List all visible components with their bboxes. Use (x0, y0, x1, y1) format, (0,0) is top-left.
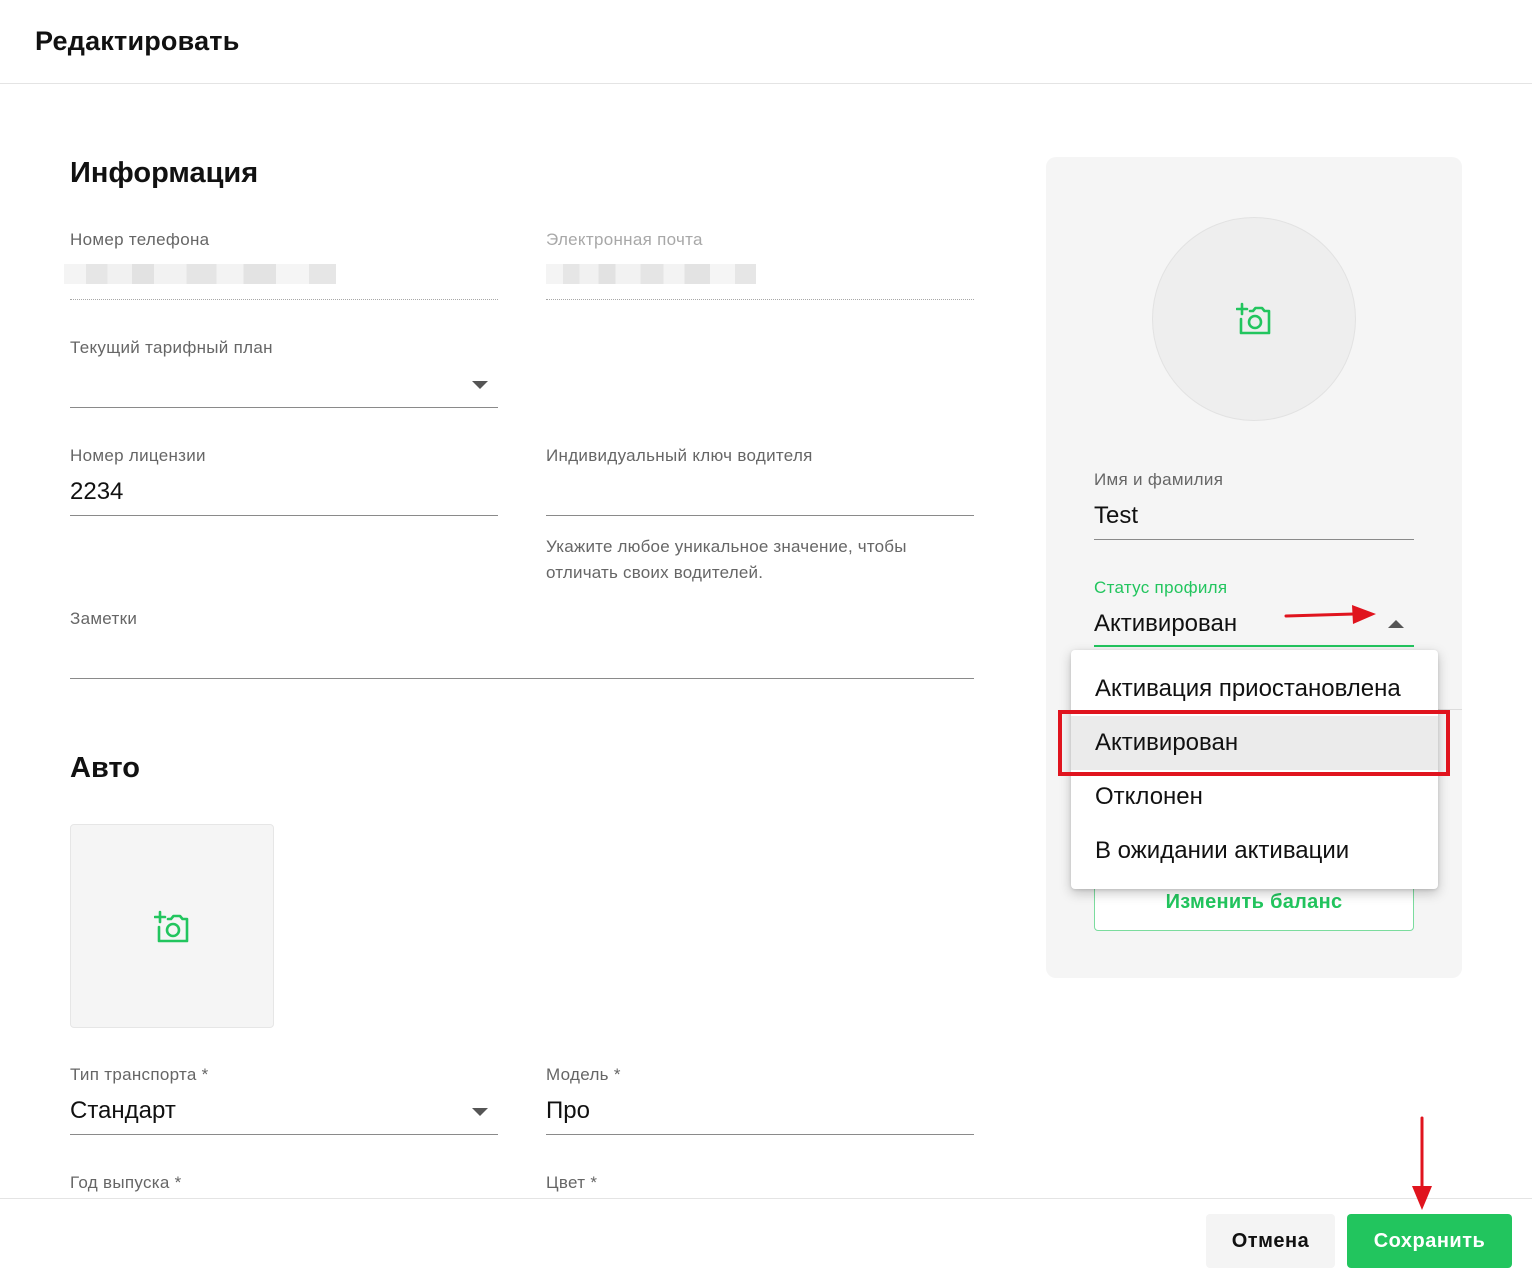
notes-label: Заметки (70, 609, 138, 628)
driver-key-label: Индивидуальный ключ водителя (546, 446, 813, 465)
annotation-arrow-down (1412, 1116, 1432, 1210)
status-select[interactable]: Активирован (1094, 610, 1237, 638)
annotation-arrow-right (1284, 605, 1376, 624)
license-input[interactable]: 2234 (70, 478, 123, 506)
tariff-underline (70, 407, 498, 408)
save-button[interactable]: Сохранить (1347, 1214, 1512, 1268)
license-underline (70, 515, 498, 516)
phone-label: Номер телефона (70, 230, 210, 249)
transport-type-select[interactable]: Стандарт (70, 1097, 176, 1125)
driver-key-input[interactable] (546, 478, 974, 508)
driver-key-helper: Укажите любое уникальное значение, чтобы… (546, 537, 907, 582)
notes-underline (70, 678, 974, 679)
car-photo-upload[interactable] (70, 824, 274, 1028)
color-label: Цвет * (546, 1173, 598, 1192)
dialog-title: Редактировать (35, 26, 240, 56)
email-value-blurred (546, 264, 756, 284)
tariff-label: Текущий тарифный план (70, 338, 273, 357)
driver-key-underline (546, 515, 974, 516)
section-title-auto: Авто (70, 752, 140, 784)
status-underline (1094, 645, 1414, 647)
status-label: Статус профиля (1094, 578, 1228, 597)
year-label: Год выпуска * (70, 1173, 182, 1192)
transport-type-underline (70, 1134, 498, 1135)
email-field (546, 299, 974, 300)
model-input[interactable]: Про (546, 1097, 590, 1125)
email-label: Электронная почта (546, 230, 703, 249)
transport-type-label: Тип транспорта * (70, 1065, 209, 1084)
name-input[interactable]: Test (1094, 502, 1138, 530)
phone-value-blurred (64, 264, 336, 284)
add-photo-icon (1236, 302, 1271, 335)
status-option-suspended[interactable]: Активация приостановлена (1071, 662, 1438, 716)
license-label: Номер лицензии (70, 446, 206, 465)
cancel-button[interactable]: Отмена (1206, 1214, 1335, 1268)
status-option-rejected[interactable]: Отклонен (1071, 770, 1438, 824)
chevron-up-icon[interactable] (1388, 620, 1404, 628)
chevron-down-icon[interactable] (472, 1108, 488, 1116)
name-label: Имя и фамилия (1094, 470, 1224, 489)
section-title-info: Информация (70, 157, 259, 189)
tariff-select[interactable] (70, 372, 460, 400)
add-photo-icon (154, 910, 189, 943)
model-label: Модель * (546, 1065, 621, 1084)
notes-input[interactable] (70, 640, 974, 670)
name-underline (1094, 539, 1414, 540)
annotation-highlight (1058, 710, 1450, 776)
phone-field[interactable] (70, 299, 498, 300)
model-underline (546, 1134, 974, 1135)
avatar-upload[interactable] (1152, 217, 1356, 421)
chevron-down-icon[interactable] (472, 381, 488, 389)
status-option-pending[interactable]: В ожидании активации (1071, 824, 1438, 878)
